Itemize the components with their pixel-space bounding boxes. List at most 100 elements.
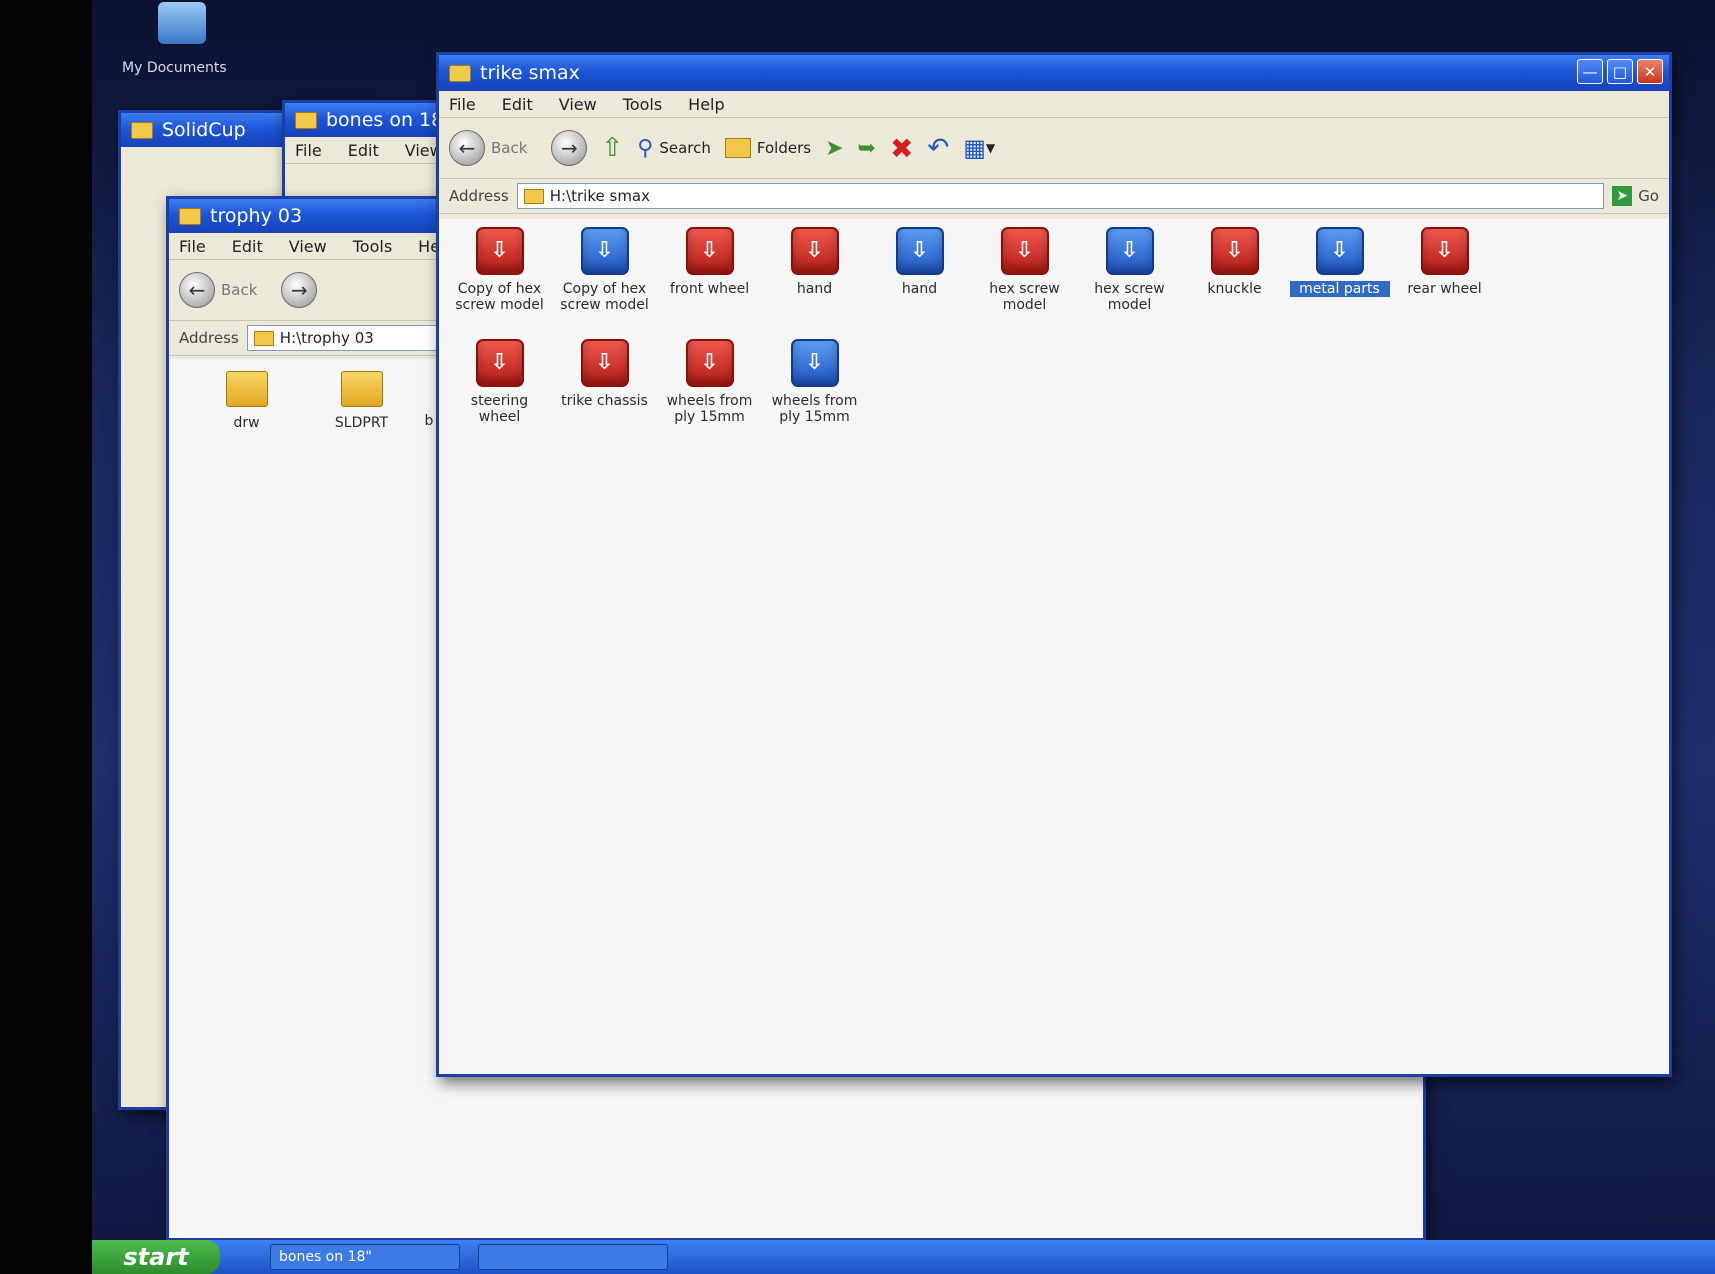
file-label: hex screw model	[1094, 281, 1165, 313]
delete-button[interactable]: ✖	[890, 132, 913, 165]
folder-icon	[131, 121, 153, 139]
taskbar-item[interactable]	[478, 1244, 668, 1270]
file-label: wheels from ply 15mm	[771, 393, 858, 425]
list-item[interactable]: SLDPRT	[304, 371, 419, 431]
file-item[interactable]: ⇩ hex screw model	[972, 227, 1077, 339]
views-button[interactable]: ▦ ▼	[963, 134, 995, 162]
address-field[interactable]: H:\trike smax	[516, 183, 1605, 209]
move-to-icon: ➤	[825, 135, 844, 161]
window-title: trike smax	[480, 62, 580, 84]
forward-button[interactable]: →	[551, 130, 588, 166]
file-label: rear wheel	[1407, 281, 1482, 297]
file-label: hand	[796, 281, 833, 297]
file-item[interactable]: ⇩ hex screw model	[1077, 227, 1182, 339]
move-to-button[interactable]: ➤	[825, 136, 843, 161]
undo-button[interactable]: ↶	[927, 133, 949, 163]
search-button[interactable]: ⚲ Search	[637, 136, 711, 161]
menu-edit[interactable]: Edit	[232, 237, 263, 256]
file-item[interactable]: ⇩ hand	[867, 227, 972, 339]
folder-icon	[340, 371, 383, 407]
folder-icon	[225, 371, 268, 407]
undo-icon: ↶	[927, 133, 950, 163]
file-label: front wheel	[669, 281, 750, 297]
my-documents-icon[interactable]	[158, 2, 206, 44]
file-item[interactable]: ⇩ hand	[762, 227, 867, 339]
file-item[interactable]: ⇩ steering wheel	[447, 339, 552, 451]
forward-arrow-icon: →	[281, 272, 318, 308]
taskbar: start bones on 18"	[92, 1240, 1715, 1274]
menu-help[interactable]: Help	[688, 95, 724, 114]
minimize-button[interactable]: —	[1577, 59, 1603, 84]
file-item[interactable]: ⇩ front wheel	[657, 227, 762, 339]
menu-view[interactable]: View	[559, 95, 597, 114]
menu-tools[interactable]: Tools	[623, 95, 662, 114]
file-label: steering wheel	[470, 393, 529, 425]
file-item[interactable]: ⇩ Copy of hex screw model	[552, 227, 657, 339]
start-button[interactable]: start	[92, 1240, 220, 1274]
taskbar-item[interactable]: bones on 18"	[270, 1244, 460, 1270]
maximize-button[interactable]: □	[1607, 59, 1633, 84]
up-folder-button[interactable]: ⇧	[601, 133, 623, 163]
back-arrow-icon: ←	[449, 130, 485, 166]
menu-view[interactable]: View	[289, 237, 327, 256]
menu-file[interactable]: File	[295, 141, 322, 160]
list-item[interactable]: drw	[189, 371, 304, 431]
menu-edit[interactable]: Edit	[502, 95, 533, 114]
menu-file[interactable]: File	[449, 95, 476, 114]
solidworks-assembly-icon: ⇩	[1315, 227, 1364, 275]
close-button[interactable]: ✕	[1637, 59, 1663, 84]
window-title: trophy 03	[210, 205, 303, 227]
file-item[interactable]: ⇩ trike chassis	[552, 339, 657, 451]
file-item[interactable]: ⇩ rear wheel	[1392, 227, 1497, 339]
back-button[interactable]: ← Back	[179, 272, 267, 308]
file-label: hex screw model	[989, 281, 1060, 313]
go-arrow-icon: ➤	[1612, 186, 1633, 206]
solidworks-part-icon: ⇩	[1420, 227, 1469, 275]
solidworks-part-icon: ⇩	[1000, 227, 1049, 275]
solidworks-assembly-icon: ⇩	[1105, 227, 1154, 275]
file-label: Copy of hex screw model	[560, 281, 649, 313]
chevron-down-icon: ▼	[985, 141, 996, 155]
solidworks-assembly-icon: ⇩	[790, 339, 839, 387]
solidworks-part-icon: ⇩	[475, 339, 524, 387]
search-icon: ⚲	[637, 135, 654, 161]
file-label: hand	[901, 281, 938, 297]
folders-button[interactable]: Folders	[724, 138, 811, 158]
file-label: trike chassis	[561, 393, 648, 409]
menu-tools[interactable]: Tools	[353, 237, 392, 256]
solidworks-part-icon: ⇩	[475, 227, 524, 275]
window-title: SolidCup	[162, 119, 246, 141]
menu-edit[interactable]: Edit	[348, 141, 379, 160]
back-button[interactable]: ← Back	[449, 130, 537, 166]
file-label: Copy of hex screw model	[455, 281, 544, 313]
solidworks-part-icon: ⇩	[1210, 227, 1259, 275]
folder-icon	[179, 207, 201, 225]
file-item[interactable]: ⇩ wheels from ply 15mm	[762, 339, 867, 451]
solidworks-part-icon: ⇩	[685, 227, 734, 275]
up-arrow-icon: ⇧	[601, 133, 624, 163]
delete-x-icon: ✖	[889, 131, 914, 165]
folder-icon	[295, 111, 317, 129]
solidworks-assembly-icon: ⇩	[580, 227, 629, 275]
file-item[interactable]: ⇩ knuckle	[1182, 227, 1287, 339]
file-item[interactable]: ⇩ wheels from ply 15mm	[657, 339, 762, 451]
forward-arrow-icon: →	[551, 130, 588, 166]
file-item[interactable]: ⇩ Copy of hex screw model	[447, 227, 552, 339]
folder-icon	[523, 188, 544, 204]
back-arrow-icon: ←	[179, 272, 215, 308]
window-trike[interactable]: trike smax — □ ✕ File Edit View Tools He…	[436, 52, 1672, 1077]
copy-to-icon: ➥	[857, 135, 876, 161]
address-label: Address	[449, 187, 509, 205]
folder-icon	[253, 330, 274, 346]
views-icon: ▦	[963, 134, 986, 162]
go-button[interactable]: ➤ Go	[1612, 186, 1659, 206]
solidworks-assembly-icon: ⇩	[895, 227, 944, 275]
folder-icon	[724, 138, 751, 158]
solidworks-part-icon: ⇩	[790, 227, 839, 275]
menu-file[interactable]: File	[179, 237, 206, 256]
file-list: ⇩ Copy of hex screw model ⇩ Copy of hex scr…	[439, 219, 1669, 1074]
copy-to-button[interactable]: ➥	[858, 136, 876, 161]
forward-button[interactable]: →	[281, 272, 318, 308]
window-title: bones on 18	[326, 109, 444, 131]
file-item[interactable]: ⇩ metal parts	[1287, 227, 1392, 339]
